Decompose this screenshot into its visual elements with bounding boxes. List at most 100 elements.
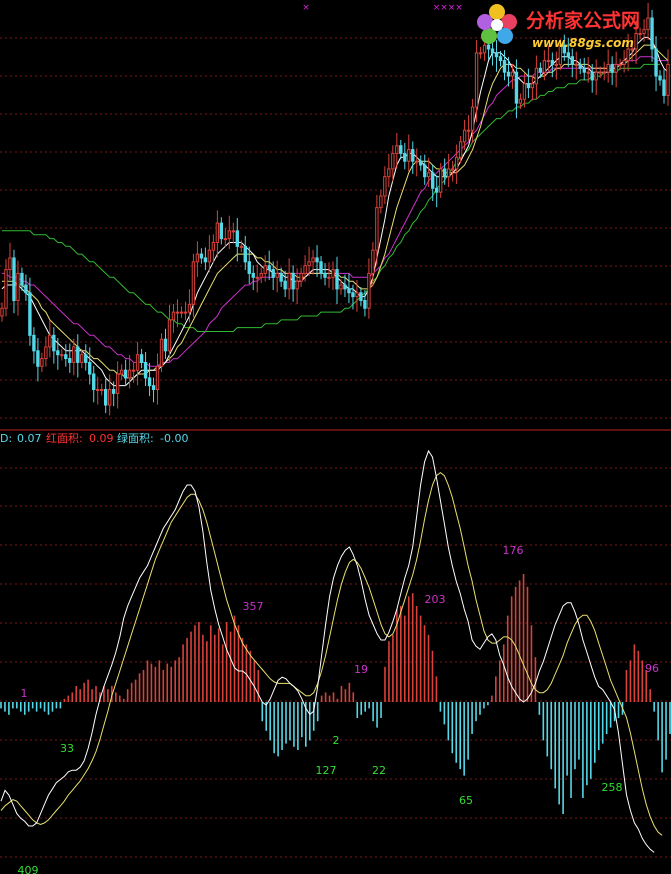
candle-body bbox=[303, 265, 307, 274]
candle-body bbox=[446, 168, 451, 178]
candle-body bbox=[578, 63, 582, 69]
candle-body bbox=[395, 145, 399, 154]
candle-body bbox=[68, 358, 72, 363]
histogram-value-label: 65 bbox=[459, 794, 473, 807]
candle-body bbox=[662, 79, 666, 96]
histogram-value-label: 409 bbox=[18, 864, 39, 874]
candle-body bbox=[251, 272, 255, 278]
candle-body bbox=[235, 230, 239, 247]
candle-body bbox=[72, 346, 76, 363]
candle-body bbox=[311, 257, 315, 263]
candle-body bbox=[135, 354, 140, 371]
candle-body bbox=[191, 261, 196, 305]
candle-body bbox=[594, 71, 598, 81]
candle-body bbox=[522, 83, 527, 100]
candle-body bbox=[351, 292, 355, 298]
candle-body bbox=[203, 257, 208, 263]
moving-average-lines bbox=[1, 36, 669, 387]
histogram-value-label: 1 bbox=[21, 687, 28, 700]
candle-body bbox=[239, 245, 243, 248]
candle-body bbox=[530, 83, 535, 89]
candle-body bbox=[498, 56, 503, 62]
candle-body bbox=[151, 385, 156, 391]
candle-body bbox=[231, 230, 235, 233]
candle-body bbox=[267, 265, 271, 271]
candle-body bbox=[566, 52, 570, 58]
candle-body bbox=[119, 369, 124, 375]
candle-body bbox=[550, 60, 555, 65]
candle-body bbox=[315, 257, 319, 263]
candle-body bbox=[123, 369, 128, 379]
candle-body bbox=[80, 354, 84, 363]
candle-body bbox=[339, 284, 343, 290]
candle-body bbox=[602, 71, 606, 74]
candle-body bbox=[179, 311, 184, 314]
candle-body bbox=[574, 63, 578, 66]
ma-mid-line bbox=[2, 44, 669, 379]
candle-body bbox=[343, 284, 347, 290]
candle-body bbox=[40, 358, 44, 367]
candle-body bbox=[375, 207, 379, 251]
candle-body bbox=[427, 172, 431, 178]
candle-body bbox=[36, 350, 40, 367]
candle-body bbox=[271, 269, 275, 278]
candle-body bbox=[183, 311, 188, 314]
candle-body bbox=[139, 354, 144, 363]
candle-body bbox=[207, 249, 212, 263]
candle-body bbox=[187, 303, 192, 313]
histogram-value-label: 176 bbox=[503, 544, 524, 557]
candle-body bbox=[155, 365, 160, 391]
candle-body bbox=[634, 32, 638, 50]
candle-body bbox=[586, 71, 590, 74]
candle-body bbox=[111, 389, 116, 394]
candle-body bbox=[423, 164, 427, 178]
candle-body bbox=[335, 269, 339, 290]
legend-d-value: 0.07 bbox=[17, 432, 42, 445]
candle-body bbox=[247, 261, 251, 274]
histogram-value-label: 33 bbox=[60, 742, 74, 755]
candle-body bbox=[0, 307, 4, 317]
candle-body bbox=[371, 249, 375, 274]
candle-body bbox=[610, 63, 614, 73]
candle-body bbox=[279, 272, 283, 282]
candle-body bbox=[255, 276, 259, 279]
candle-body bbox=[438, 168, 443, 193]
candle-body bbox=[598, 71, 602, 74]
candle-body bbox=[470, 106, 475, 131]
candle-body bbox=[482, 44, 487, 54]
candle-body bbox=[283, 280, 287, 290]
candle-body bbox=[383, 176, 387, 197]
candle-body bbox=[658, 75, 662, 81]
top-markers: × ××× × bbox=[302, 3, 463, 13]
candle-body bbox=[319, 261, 323, 274]
candle-body bbox=[399, 145, 403, 154]
histogram-value-label: 127 bbox=[316, 764, 337, 777]
candle-body bbox=[642, 29, 646, 34]
candle-body bbox=[199, 253, 204, 259]
candle-body bbox=[28, 292, 32, 336]
candle-body bbox=[387, 168, 391, 178]
candle-body bbox=[606, 63, 610, 73]
histogram-value-label: 258 bbox=[602, 781, 623, 794]
candle-body bbox=[526, 83, 531, 89]
candle-body bbox=[211, 241, 216, 251]
candle-body bbox=[163, 338, 168, 352]
candle-body bbox=[454, 156, 459, 170]
candle-body bbox=[219, 222, 224, 240]
candle-body bbox=[307, 261, 311, 267]
candle-body bbox=[64, 354, 68, 360]
legend-d-label: D: bbox=[0, 432, 12, 445]
candle-body bbox=[570, 56, 574, 65]
candle-body bbox=[32, 334, 36, 352]
candle-body bbox=[518, 98, 523, 104]
candle-body bbox=[638, 32, 642, 35]
candle-body bbox=[275, 272, 279, 278]
candle-body bbox=[60, 354, 64, 357]
candle-body bbox=[24, 284, 28, 294]
candle-body bbox=[466, 129, 471, 132]
candle-body bbox=[538, 67, 543, 73]
candle-body bbox=[115, 373, 120, 394]
candle-body bbox=[646, 17, 650, 31]
histogram-value-label: 96 bbox=[645, 662, 659, 675]
site-watermark: 分析家公式网 www.88gs.com bbox=[477, 4, 640, 50]
